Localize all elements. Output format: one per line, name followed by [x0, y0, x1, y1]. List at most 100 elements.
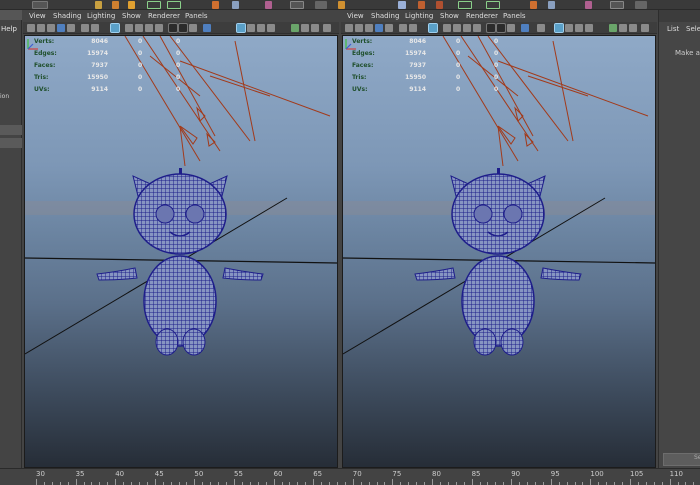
shelf-icon[interactable] [610, 1, 624, 9]
lights-icon[interactable] [203, 24, 211, 32]
wireframe-icon[interactable] [428, 23, 438, 33]
xray-icon[interactable] [565, 24, 573, 32]
resolution-gate-icon[interactable] [443, 24, 451, 32]
field-chart-icon[interactable] [463, 24, 471, 32]
motion-blur-icon[interactable] [619, 24, 627, 32]
wireframe-icon[interactable] [110, 23, 120, 33]
shelf-icon[interactable] [635, 1, 647, 9]
time-slider[interactable]: 30 35 40 45 50 55 60 65 70 75 80 85 90 95 100 105 110 [0, 468, 700, 485]
camera-attr-icon[interactable] [37, 24, 45, 32]
wireframe-on-shaded-icon[interactable] [178, 23, 188, 33]
shelf-field[interactable] [32, 1, 48, 9]
wireframe-on-shaded-icon[interactable] [496, 23, 506, 33]
menu-panels[interactable]: Panels [503, 12, 526, 20]
depth-of-field-icon[interactable] [641, 24, 649, 32]
gate-mask-icon[interactable] [453, 24, 461, 32]
help-menu[interactable]: Help [1, 25, 17, 33]
grid-icon[interactable] [81, 24, 89, 32]
panel-hint-text: Make a s [675, 49, 700, 57]
grease-pencil-icon[interactable] [67, 24, 75, 32]
shelf-icon[interactable] [128, 1, 135, 9]
shelf-icon[interactable] [398, 1, 406, 9]
shelf-icon[interactable] [530, 1, 537, 9]
menu-show[interactable]: Show [122, 12, 141, 20]
safe-action-icon[interactable] [155, 24, 163, 32]
bookmark-icon[interactable] [47, 24, 55, 32]
frame-tick-label: 60 [273, 470, 283, 478]
frame-tick [115, 479, 117, 485]
scene-render [25, 36, 337, 356]
isolate-select-icon[interactable] [236, 23, 246, 33]
bookmark-icon[interactable] [365, 24, 373, 32]
xray-icon[interactable] [247, 24, 255, 32]
shelf-icon[interactable] [486, 1, 500, 9]
shelf-icon[interactable] [112, 1, 119, 9]
shelf-icon[interactable] [315, 1, 327, 9]
field-chart-icon[interactable] [145, 24, 153, 32]
shelf-icon[interactable] [548, 1, 555, 9]
shelf-icon[interactable] [458, 1, 472, 9]
camera-icon[interactable] [27, 24, 35, 32]
menu-lighting[interactable]: Lighting [405, 12, 433, 20]
film-gate-icon[interactable] [409, 24, 417, 32]
shadows-icon[interactable] [537, 24, 545, 32]
viewport-canvas[interactable]: Verts: 8046 0 0 Edges: 15974 0 0 Faces: 7937 0 0 … [342, 35, 656, 468]
shelf-icon[interactable] [167, 1, 181, 9]
textured-icon[interactable] [189, 24, 197, 32]
menu-lighting[interactable]: Lighting [87, 12, 115, 20]
safe-action-icon[interactable] [473, 24, 481, 32]
shelf-icon[interactable] [265, 1, 272, 9]
gate-mask-icon[interactable] [135, 24, 143, 32]
menu-show[interactable]: Show [440, 12, 459, 20]
shelf-icon[interactable] [338, 1, 345, 9]
smooth-shade-icon[interactable] [486, 23, 496, 33]
menu-renderer[interactable]: Renderer [466, 12, 498, 20]
frame-tick [352, 479, 354, 485]
frame-tick-label: 55 [234, 470, 243, 478]
xray-joints-icon[interactable] [575, 24, 583, 32]
menu-select[interactable]: Selec [686, 25, 700, 33]
shelf-icon[interactable] [95, 1, 102, 9]
ambient-occlusion-icon[interactable] [291, 24, 299, 32]
motion-blur-icon[interactable] [301, 24, 309, 32]
smooth-shade-icon[interactable] [168, 23, 178, 33]
anti-aliasing-icon[interactable] [311, 24, 319, 32]
lights-icon[interactable] [521, 24, 529, 32]
shelf-icon[interactable] [147, 1, 161, 9]
sidebar-label-fragment: ion [0, 93, 10, 100]
hud-row-edges: Edges: 15974 0 0 [34, 50, 181, 57]
textured-icon[interactable] [507, 24, 515, 32]
grease-pencil-icon[interactable] [385, 24, 393, 32]
frame-tick [511, 479, 513, 485]
shelf-icon[interactable] [212, 1, 219, 9]
menu-list[interactable]: List [667, 25, 679, 33]
shelf-icon[interactable] [585, 1, 592, 9]
xray-joints-icon[interactable] [257, 24, 265, 32]
select-button[interactable]: Se [663, 453, 700, 466]
menu-shading[interactable]: Shading [53, 12, 81, 20]
menu-view[interactable]: View [29, 12, 46, 20]
xray-components-icon[interactable] [585, 24, 593, 32]
camera-attr-icon[interactable] [355, 24, 363, 32]
anti-aliasing-icon[interactable] [629, 24, 637, 32]
menu-panels[interactable]: Panels [185, 12, 208, 20]
menu-view[interactable]: View [347, 12, 364, 20]
image-plane-icon[interactable] [57, 24, 65, 32]
depth-of-field-icon[interactable] [323, 24, 331, 32]
resolution-gate-icon[interactable] [125, 24, 133, 32]
shelf-icon[interactable] [436, 1, 443, 9]
image-plane-icon[interactable] [375, 24, 383, 32]
shadows-icon[interactable] [267, 24, 275, 32]
shelf-icon[interactable] [290, 1, 304, 9]
menu-shading[interactable]: Shading [371, 12, 399, 20]
viewport-canvas[interactable]: Verts: 8046 0 0 Edges: 15974 0 0 Faces: 7937 0 0 … [24, 35, 338, 468]
film-gate-icon[interactable] [91, 24, 99, 32]
menu-renderer[interactable]: Renderer [148, 12, 180, 20]
shelf-icon[interactable] [418, 1, 425, 9]
camera-icon[interactable] [345, 24, 353, 32]
grid-icon[interactable] [399, 24, 407, 32]
isolate-select-icon[interactable] [554, 23, 564, 33]
shelf-icon[interactable] [232, 1, 239, 9]
ambient-occlusion-icon[interactable] [609, 24, 617, 32]
frame-tick [669, 479, 671, 485]
